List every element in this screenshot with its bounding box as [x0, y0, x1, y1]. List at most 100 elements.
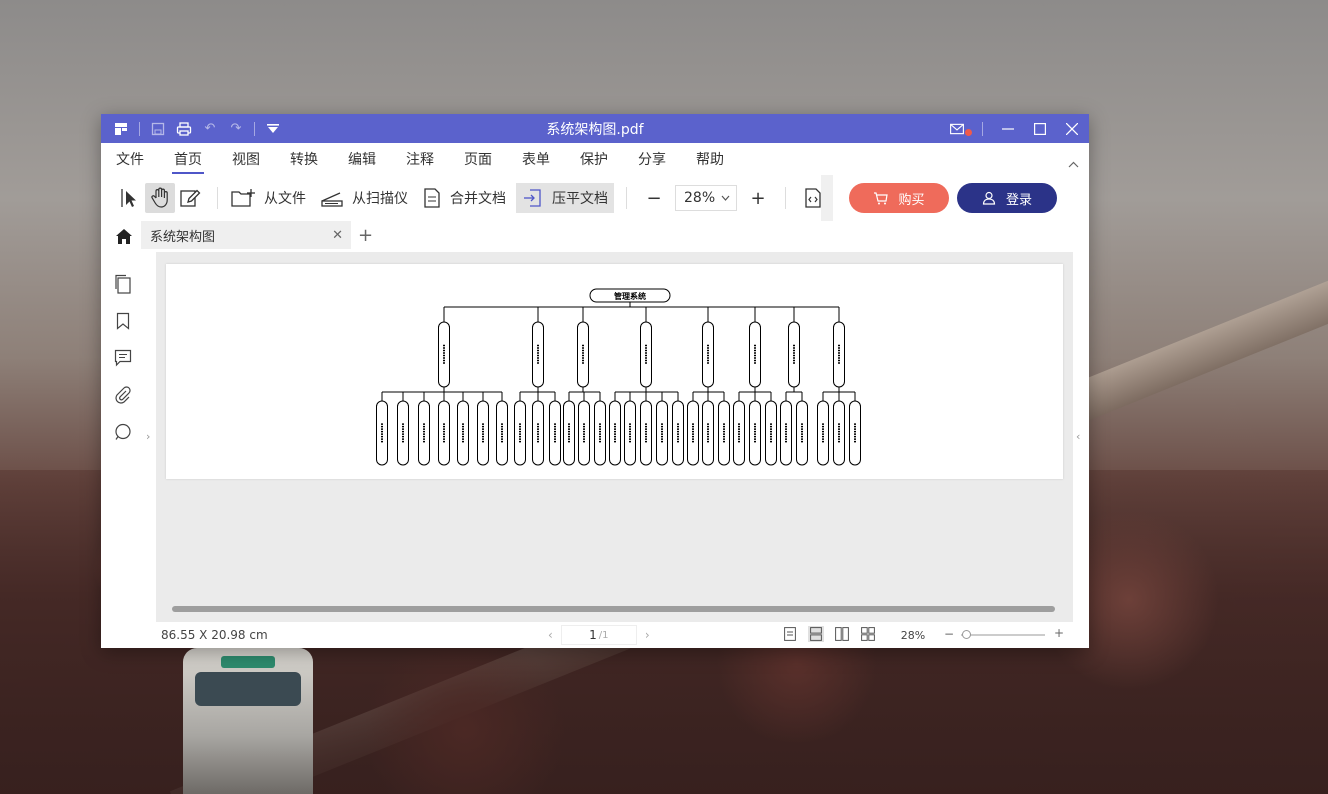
current-page: 1: [589, 628, 597, 642]
category-node: [749, 321, 761, 388]
tab-document[interactable]: 系统架构图 ✕: [141, 221, 351, 249]
leaf-node: [549, 400, 561, 466]
zoom-value: 28%: [684, 190, 716, 206]
category-node: [788, 321, 800, 388]
bookmark-icon[interactable]: [113, 311, 133, 331]
leaf-node: [833, 400, 845, 466]
cart-icon: [874, 191, 889, 204]
leaf-node: [780, 400, 792, 466]
single-page-view-icon[interactable]: [782, 626, 798, 642]
menu-file[interactable]: 文件: [116, 143, 144, 175]
page-number-input[interactable]: 1 /1: [560, 625, 637, 645]
merge-docs-button[interactable]: 合并文档: [422, 183, 506, 213]
right-panel-toggle-icon[interactable]: ‹: [1076, 430, 1080, 443]
diagram-connectors: [381, 302, 856, 401]
login-button[interactable]: 登录: [957, 183, 1057, 213]
menu-protect[interactable]: 保护: [580, 143, 608, 175]
prev-page-icon[interactable]: ‹: [548, 628, 553, 642]
menu-help[interactable]: 帮助: [696, 143, 724, 175]
menu-form[interactable]: 表单: [522, 143, 550, 175]
maximize-icon[interactable]: [1033, 122, 1047, 136]
mail-icon[interactable]: [950, 122, 972, 136]
from-file-button[interactable]: 从文件: [230, 183, 306, 213]
buy-button[interactable]: 购买: [849, 183, 949, 213]
category-node: [532, 321, 544, 388]
comment-icon[interactable]: [113, 348, 133, 368]
buy-label: 购买: [898, 192, 925, 208]
menu-home[interactable]: 首页: [172, 143, 204, 175]
tab-document-label: 系统架构图: [150, 229, 216, 245]
add-tab-icon[interactable]: +: [358, 225, 373, 246]
zoom-out-button[interactable]: −: [639, 183, 669, 213]
edit-tool-button[interactable]: [175, 183, 205, 213]
wallpaper-train: [183, 648, 313, 794]
notification-dot: [965, 128, 972, 136]
print-icon[interactable]: [176, 121, 192, 137]
train-number-plate: [221, 656, 275, 668]
leaf-node: [609, 400, 621, 466]
zoom-in-button[interactable]: +: [743, 183, 773, 213]
horizontal-scrollbar[interactable]: [172, 606, 1055, 612]
toolbar-scroll-strip: [821, 175, 833, 221]
leaf-node: [733, 400, 745, 466]
leaf-node: [765, 400, 777, 466]
menu-convert[interactable]: 转换: [290, 143, 318, 175]
menu-edit[interactable]: 编辑: [348, 143, 376, 175]
left-panel-toggle-icon[interactable]: ›: [146, 430, 150, 443]
leaf-node: [702, 400, 714, 466]
leaf-node: [796, 400, 808, 466]
hand-tool-button[interactable]: [145, 183, 175, 213]
attachment-icon[interactable]: [113, 385, 133, 405]
close-icon[interactable]: [1065, 122, 1079, 136]
leaf-node: [849, 400, 861, 466]
status-bar: 86.55 X 20.98 cm ‹ 1 /1 › 28% − +: [101, 622, 1089, 648]
chevron-down-icon: [721, 195, 730, 201]
leaf-node: [496, 400, 508, 466]
document-tab-bar: 系统架构图 ✕ +: [101, 221, 1089, 251]
customize-dropdown-icon[interactable]: [265, 121, 281, 137]
from-file-label: 从文件: [264, 191, 306, 207]
next-page-icon[interactable]: ›: [645, 628, 650, 642]
zoom-select[interactable]: 28%: [675, 185, 737, 211]
divider: [982, 121, 983, 136]
search-panel-icon[interactable]: [113, 422, 133, 442]
merge-docs-label: 合并文档: [450, 191, 506, 207]
leaf-node: [532, 400, 544, 466]
undo-icon[interactable]: ↶: [202, 121, 218, 137]
collapse-ribbon-icon[interactable]: [1068, 157, 1079, 171]
select-tool-button[interactable]: [115, 183, 145, 213]
redo-icon[interactable]: ↷: [228, 121, 244, 137]
zoom-slider-handle[interactable]: [962, 630, 971, 639]
zoom-in-icon[interactable]: +: [1054, 626, 1064, 640]
menu-view[interactable]: 视图: [232, 143, 260, 175]
leaf-node: [514, 400, 526, 466]
ribbon-toolbar: 从文件 从扫描仪 合并文档 压平文档 − 28% + 购买 登录: [101, 175, 1089, 221]
save-icon[interactable]: [150, 121, 166, 137]
window-controls: [950, 114, 1079, 143]
menu-page[interactable]: 页面: [464, 143, 492, 175]
menu-comment[interactable]: 注释: [406, 143, 434, 175]
flatten-docs-label: 压平文档: [552, 191, 608, 207]
train-window: [195, 672, 301, 706]
from-scanner-label: 从扫描仪: [352, 191, 408, 207]
grid-view-icon[interactable]: [860, 626, 876, 642]
category-node: [640, 321, 652, 388]
flatten-docs-button[interactable]: 压平文档: [516, 183, 614, 213]
menu-share[interactable]: 分享: [638, 143, 666, 175]
zoom-slider[interactable]: [961, 634, 1045, 636]
divider: [217, 187, 218, 209]
thumbnails-icon[interactable]: [113, 274, 133, 294]
zoom-out-icon[interactable]: −: [944, 627, 954, 641]
continuous-view-icon[interactable]: [808, 626, 824, 642]
home-icon[interactable]: [114, 226, 134, 246]
from-scanner-button[interactable]: 从扫描仪: [320, 183, 408, 213]
zoom-level[interactable]: 28%: [888, 625, 938, 645]
document-viewer: 管理系统: [156, 252, 1073, 622]
leaf-node: [563, 400, 575, 466]
tab-close-icon[interactable]: ✕: [332, 228, 343, 243]
two-page-view-icon[interactable]: [834, 626, 850, 642]
diagram-nodes: [376, 321, 861, 466]
category-node: [577, 321, 589, 388]
leaf-node: [397, 400, 409, 466]
minimize-icon[interactable]: [1001, 122, 1015, 136]
